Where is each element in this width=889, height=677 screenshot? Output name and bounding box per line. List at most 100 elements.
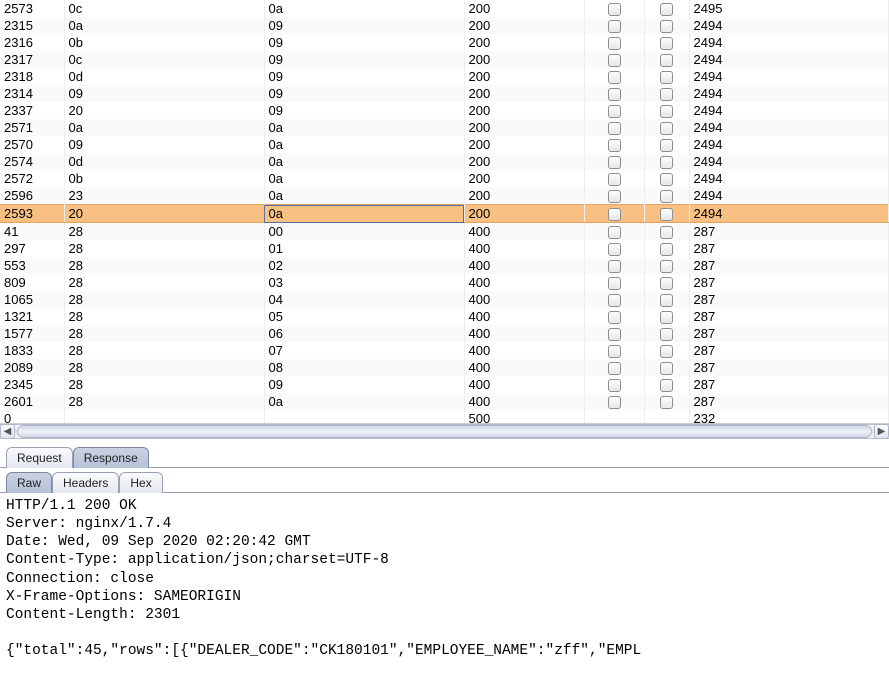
checkbox-icon[interactable] [660, 156, 673, 169]
checkbox-icon[interactable] [608, 37, 621, 50]
checkbox-icon[interactable] [608, 208, 621, 221]
checkbox-icon[interactable] [608, 3, 621, 16]
checkbox-icon[interactable] [608, 243, 621, 256]
cell-length: 287 [689, 291, 889, 308]
checkbox-icon[interactable] [660, 71, 673, 84]
checkbox-icon[interactable] [660, 396, 673, 409]
cell-timeout [644, 410, 689, 424]
checkbox-icon[interactable] [608, 88, 621, 101]
checkbox-icon[interactable] [660, 362, 673, 375]
scroll-left-arrow[interactable]: ◀ [0, 424, 15, 439]
checkbox-icon[interactable] [660, 3, 673, 16]
cell-payload2: 09 [264, 51, 464, 68]
checkbox-icon[interactable] [608, 345, 621, 358]
checkbox-icon[interactable] [660, 328, 673, 341]
checkbox-icon[interactable] [660, 243, 673, 256]
checkbox-icon[interactable] [660, 173, 673, 186]
cell-error [584, 170, 644, 187]
checkbox-icon[interactable] [660, 122, 673, 135]
checkbox-icon[interactable] [608, 71, 621, 84]
checkbox-icon[interactable] [660, 54, 673, 67]
checkbox-icon[interactable] [660, 294, 673, 307]
table-row[interactable]: 2570090a2002494 [0, 136, 889, 153]
table-row[interactable]: 8092803400287 [0, 274, 889, 291]
tab-headers[interactable]: Headers [52, 472, 119, 493]
response-raw-text[interactable]: HTTP/1.1 200 OK Server: nginx/1.7.4 Date… [0, 493, 889, 666]
table-row[interactable]: 2596230a2002494 [0, 187, 889, 205]
checkbox-icon[interactable] [660, 311, 673, 324]
table-row[interactable]: 10652804400287 [0, 291, 889, 308]
checkbox-icon[interactable] [608, 156, 621, 169]
table-row[interactable]: 25740d0a2002494 [0, 153, 889, 170]
table-row[interactable]: 23452809400287 [0, 376, 889, 393]
checkbox-icon[interactable] [608, 173, 621, 186]
checkbox-icon[interactable] [660, 37, 673, 50]
checkbox-icon[interactable] [660, 190, 673, 203]
tab-response[interactable]: Response [73, 447, 149, 468]
cell-timeout [644, 85, 689, 102]
checkbox-icon[interactable] [660, 139, 673, 152]
checkbox-icon[interactable] [608, 396, 621, 409]
table-row[interactable]: 2593200a2002494 [0, 205, 889, 223]
checkbox-icon[interactable] [608, 122, 621, 135]
checkbox-icon[interactable] [608, 20, 621, 33]
cell-error [584, 34, 644, 51]
checkbox-icon[interactable] [660, 208, 673, 221]
tab-request[interactable]: Request [6, 447, 73, 468]
checkbox-icon[interactable] [608, 226, 621, 239]
checkbox-icon[interactable] [608, 105, 621, 118]
checkbox-icon[interactable] [660, 88, 673, 101]
cell-payload2: 0a [264, 0, 464, 17]
cell-request-index: 0 [0, 410, 64, 424]
checkbox-icon[interactable] [608, 277, 621, 290]
checkbox-icon[interactable] [660, 105, 673, 118]
checkbox-icon[interactable] [608, 294, 621, 307]
checkbox-icon[interactable] [660, 345, 673, 358]
checkbox-icon[interactable] [608, 328, 621, 341]
tab-raw[interactable]: Raw [6, 472, 52, 493]
cell-payload1: 28 [64, 291, 264, 308]
cell-payload1: 28 [64, 325, 264, 342]
scroll-right-arrow[interactable]: ▶ [874, 424, 889, 439]
tab-hex[interactable]: Hex [119, 472, 162, 493]
table-row[interactable]: 23180d092002494 [0, 68, 889, 85]
table-row[interactable]: 5532802400287 [0, 257, 889, 274]
table-row[interactable]: 13212805400287 [0, 308, 889, 325]
checkbox-icon[interactable] [660, 260, 673, 273]
cell-status: 400 [464, 325, 584, 342]
checkbox-icon[interactable] [608, 260, 621, 273]
cell-request-index: 2574 [0, 153, 64, 170]
checkbox-icon[interactable] [608, 139, 621, 152]
checkbox-icon[interactable] [660, 277, 673, 290]
table-row[interactable]: 0500232 [0, 410, 889, 424]
table-row[interactable]: 23150a092002494 [0, 17, 889, 34]
table-row[interactable]: 23170c092002494 [0, 51, 889, 68]
checkbox-icon[interactable] [608, 362, 621, 375]
table-row[interactable]: 233720092002494 [0, 102, 889, 119]
checkbox-icon[interactable] [660, 226, 673, 239]
checkbox-icon[interactable] [608, 190, 621, 203]
scroll-track[interactable] [17, 425, 872, 438]
table-row[interactable]: 15772806400287 [0, 325, 889, 342]
cell-request-index: 2318 [0, 68, 64, 85]
checkbox-icon[interactable] [608, 311, 621, 324]
table-row[interactable]: 231409092002494 [0, 85, 889, 102]
checkbox-icon[interactable] [660, 379, 673, 392]
table-row[interactable]: 2601280a400287 [0, 393, 889, 410]
table-row[interactable]: 2972801400287 [0, 240, 889, 257]
table-row[interactable]: 412800400287 [0, 223, 889, 241]
table-horizontal-scrollbar[interactable]: ◀ ▶ [0, 424, 889, 439]
cell-error [584, 291, 644, 308]
table-row[interactable]: 20892808400287 [0, 359, 889, 376]
table-row[interactable]: 18332807400287 [0, 342, 889, 359]
table-row[interactable]: 25720b0a2002494 [0, 170, 889, 187]
checkbox-icon[interactable] [608, 54, 621, 67]
checkbox-icon[interactable] [660, 20, 673, 33]
table-row[interactable]: 25710a0a2002494 [0, 119, 889, 136]
table-row[interactable]: 25730c0a2002495 [0, 0, 889, 17]
table-row[interactable]: 23160b092002494 [0, 34, 889, 51]
cell-error [584, 17, 644, 34]
checkbox-icon[interactable] [608, 379, 621, 392]
cell-payload2: 0a [264, 119, 464, 136]
cell-error [584, 257, 644, 274]
